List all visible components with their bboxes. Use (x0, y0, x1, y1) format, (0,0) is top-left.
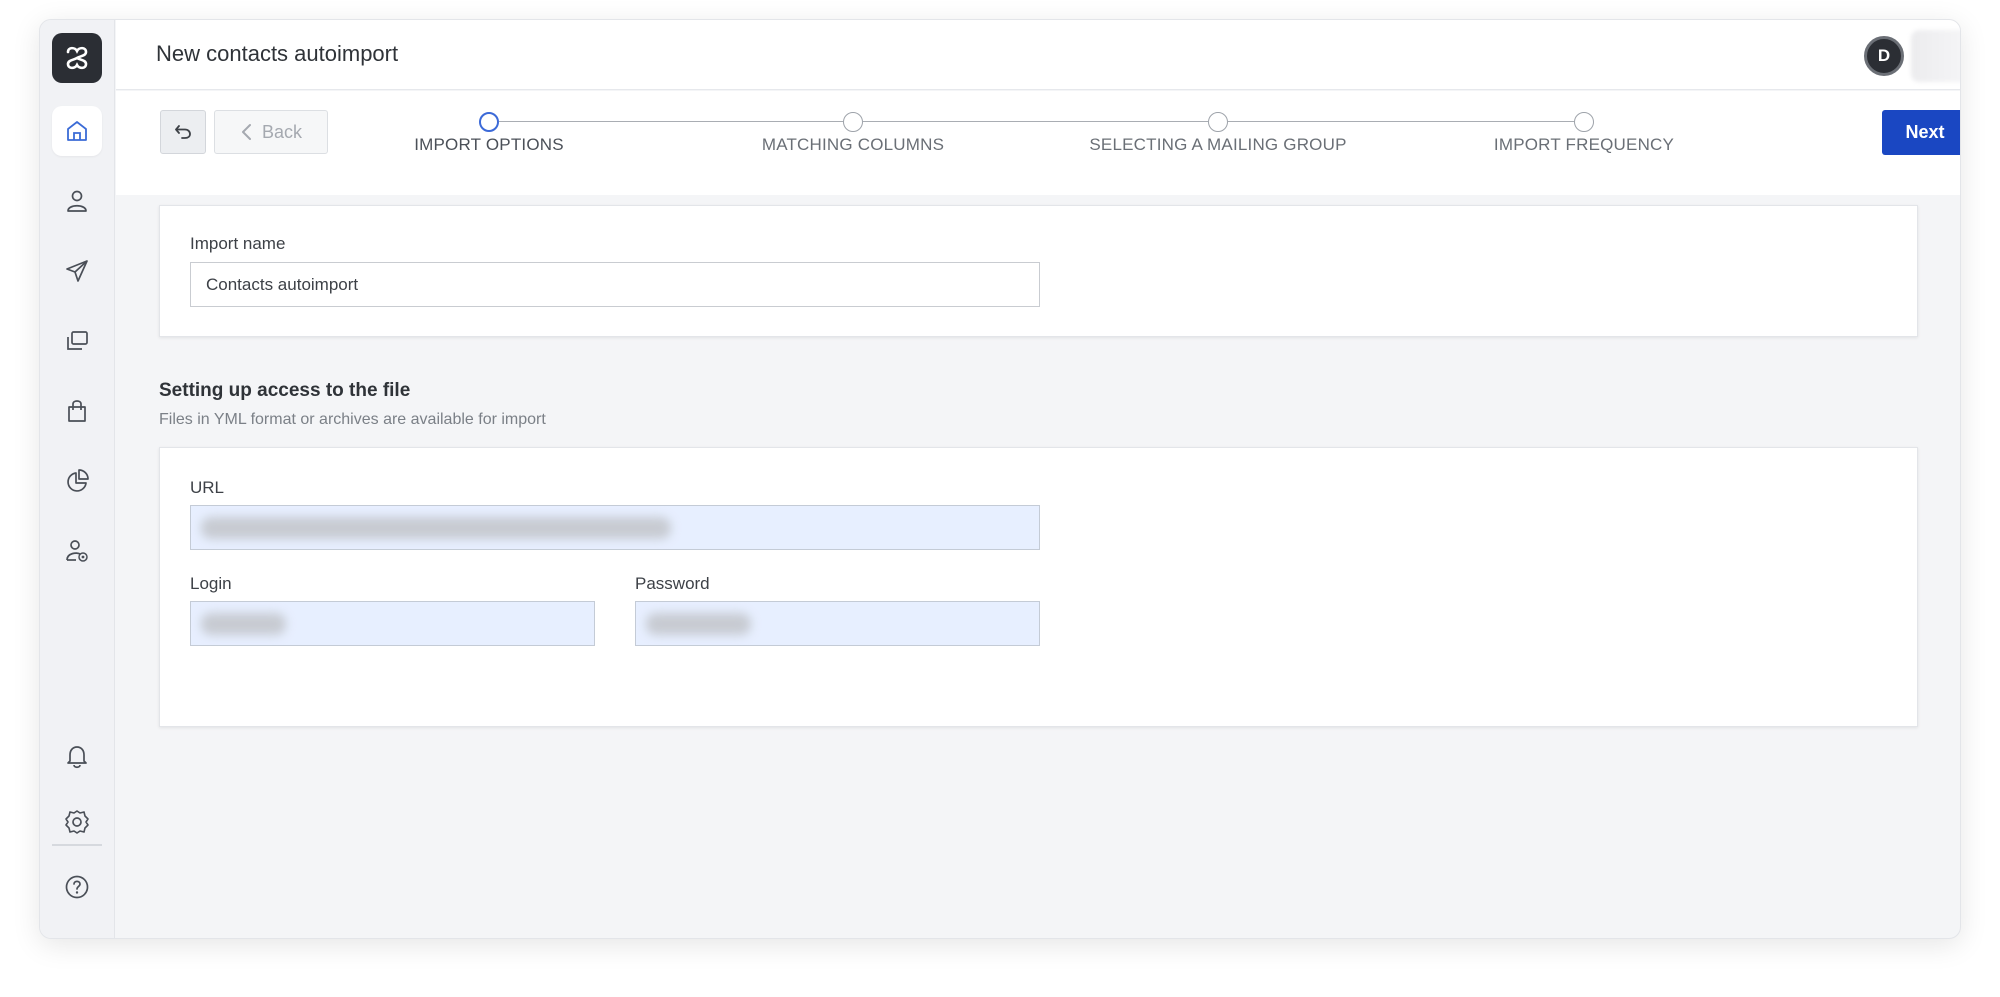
import-name-card: Import name Contacts autoimport (159, 205, 1918, 337)
step-label-matching-columns[interactable]: MATCHING COLUMNS (762, 135, 944, 155)
sidebar-item-campaigns[interactable] (52, 246, 102, 296)
shopping-bag-icon (68, 400, 86, 422)
password-value-redacted (646, 613, 751, 635)
sidebar-item-home[interactable] (52, 106, 102, 156)
sidebar-item-analytics[interactable] (52, 456, 102, 506)
user-name-redacted[interactable] (1911, 30, 1960, 82)
login-label: Login (190, 574, 232, 593)
pie-chart-icon (67, 469, 89, 492)
sidebar-item-notifications[interactable] (52, 731, 102, 781)
file-access-card: URL Login Password (159, 447, 1918, 727)
step-dot-import-frequency[interactable] (1574, 112, 1594, 132)
chevron-right-icon (1959, 123, 1962, 143)
sidebar-item-settings[interactable] (52, 797, 102, 847)
sidebar (40, 20, 115, 938)
user-settings-icon (66, 540, 88, 562)
url-value-redacted (201, 517, 671, 539)
wizard-toolbar: Back IMPORT OPTIONS MATCHING COLUMNS SEL… (116, 91, 1960, 195)
file-access-title: Setting up access to the file (159, 380, 411, 401)
top-header: New contacts autoimport D (116, 20, 1960, 90)
password-label: Password (635, 574, 710, 593)
sidebar-item-contacts[interactable] (52, 176, 102, 226)
step-dot-mailing-group[interactable] (1208, 112, 1228, 132)
back-button[interactable]: Back (214, 110, 328, 154)
page-title: New contacts autoimport (156, 41, 399, 66)
avatar[interactable]: D (1864, 36, 1904, 76)
app-window: New contacts autoimport D Back IMPORT OP… (39, 19, 1961, 939)
chevron-left-icon (241, 124, 251, 140)
file-access-subtitle: Files in YML format or archives are avai… (159, 411, 546, 428)
stepper-connector (863, 121, 1208, 122)
app-logo[interactable] (52, 33, 102, 83)
sidebar-divider (52, 844, 102, 846)
step-label-import-frequency[interactable]: IMPORT FREQUENCY (1494, 135, 1674, 155)
step-label-mailing-group[interactable]: SELECTING A MAILING GROUP (1089, 135, 1346, 155)
import-name-label: Import name (190, 234, 286, 253)
step-label-import-options[interactable]: IMPORT OPTIONS (414, 135, 564, 155)
user-icon (67, 190, 87, 212)
logo-icon (66, 46, 88, 70)
gear-icon (65, 810, 89, 834)
import-name-input[interactable]: Contacts autoimport (190, 262, 1040, 307)
sidebar-item-help[interactable] (52, 862, 102, 912)
step-dot-import-options[interactable] (479, 112, 499, 132)
sidebar-item-templates[interactable] (52, 316, 102, 366)
login-value-redacted (201, 613, 286, 635)
url-label: URL (190, 478, 225, 497)
sidebar-item-shop[interactable] (52, 386, 102, 436)
url-input[interactable] (190, 505, 1040, 550)
templates-icon (67, 331, 88, 350)
send-icon (66, 260, 88, 282)
help-icon (65, 875, 89, 899)
bell-icon (67, 746, 87, 769)
back-button-label: Back (261, 121, 303, 142)
stepper-connector (1228, 121, 1574, 122)
login-input[interactable] (190, 601, 595, 646)
next-button-label: Next (1905, 122, 1945, 142)
next-button[interactable]: Next (1882, 110, 1962, 155)
undo-icon (175, 125, 191, 139)
sidebar-item-account[interactable] (52, 526, 102, 576)
stepper-connector (499, 121, 843, 122)
password-input[interactable] (635, 601, 1040, 646)
home-icon (67, 121, 87, 141)
undo-button[interactable] (160, 110, 206, 154)
step-dot-matching-columns[interactable] (843, 112, 863, 132)
